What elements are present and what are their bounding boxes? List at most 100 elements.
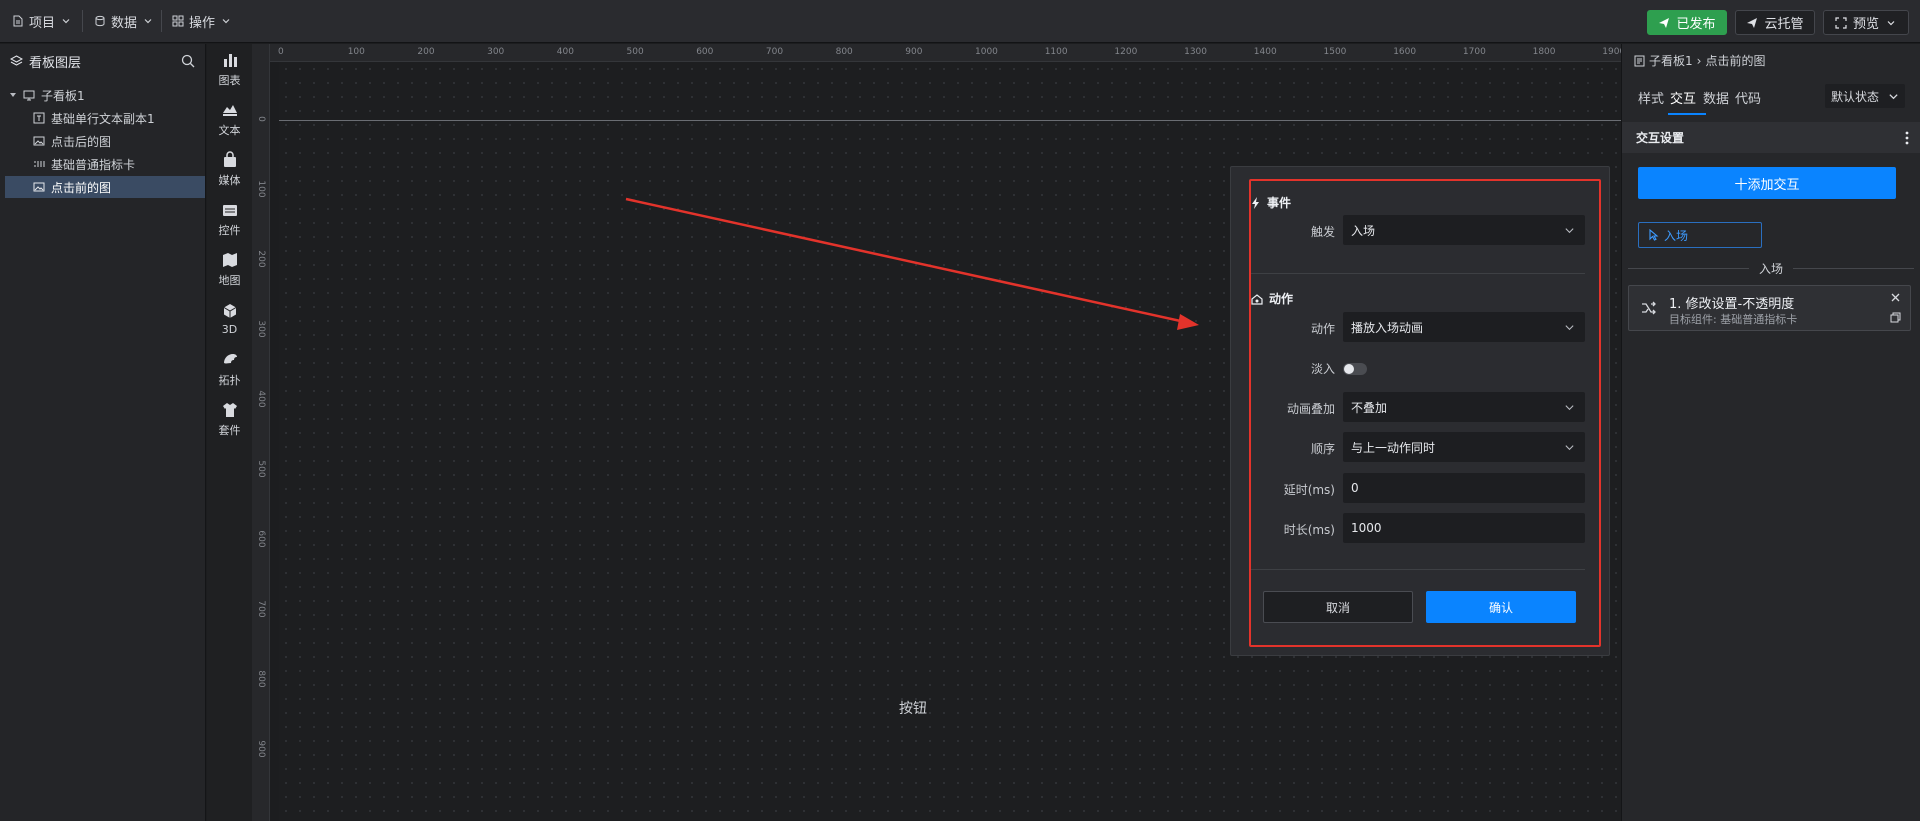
breadcrumb-parent[interactable]: 子看板1 — [1649, 52, 1693, 69]
state-select[interactable]: 默认状态 — [1825, 84, 1905, 108]
ruler-tick-label: 100 — [347, 47, 365, 57]
menu-operation-label: 操作 — [189, 15, 216, 31]
tab-style[interactable]: 样式 — [1638, 88, 1664, 107]
component-3d[interactable]: 3D — [207, 294, 252, 344]
file-icon — [13, 15, 23, 27]
close-icon[interactable] — [1891, 293, 1900, 302]
text-icon — [33, 112, 45, 124]
copy-icon[interactable] — [1890, 312, 1901, 323]
caret-down-icon[interactable] — [9, 91, 17, 99]
preview-button[interactable]: 预览 — [1823, 10, 1909, 35]
action-section-header: 动作 — [1251, 290, 1293, 307]
topology-icon — [223, 353, 237, 363]
component-map[interactable]: 地图 — [207, 244, 252, 294]
flow-icon — [1642, 301, 1656, 315]
fade-label: 淡入 — [1310, 362, 1335, 376]
cancel-button[interactable]: 取消 — [1263, 591, 1413, 623]
top-bar: 项目 数据 操作 已发布 云托管 预览 — [0, 0, 1920, 43]
tree-root-label: 子看板1 — [41, 88, 85, 103]
canvas-button-element[interactable]: 按钮 — [899, 698, 927, 718]
ruler-tick-label: 100 — [256, 180, 266, 198]
divider — [1251, 273, 1585, 274]
ruler-tick-label: 300 — [487, 47, 505, 57]
delay-input[interactable]: 0 — [1343, 473, 1585, 503]
duration-input[interactable]: 1000 — [1343, 513, 1585, 543]
metric-icon — [34, 161, 45, 167]
event-section-header: 事件 — [1251, 194, 1291, 211]
search-icon[interactable] — [181, 54, 195, 68]
tree-item[interactable]: 基础单行文本副本1 — [5, 107, 205, 129]
properties-panel: 子看板1 › 点击前的图 样式 交互 数据 代码 默认状态 交互设置 十添加交互… — [1621, 44, 1920, 821]
chevron-down-icon — [62, 19, 70, 24]
more-vertical-icon[interactable] — [1905, 131, 1909, 145]
canvas-guide-line — [279, 120, 1621, 121]
duration-label: 时长(ms) — [1283, 523, 1335, 537]
component-kit-label: 套件 — [218, 423, 241, 437]
action-card-title: 1. 修改设置-不透明度 — [1669, 297, 1795, 312]
confirm-button[interactable]: 确认 — [1426, 591, 1576, 623]
fade-toggle[interactable] — [1343, 363, 1367, 375]
ruler-tick-label: 900 — [905, 47, 923, 57]
tab-interaction[interactable]: 交互 — [1670, 88, 1696, 107]
menu-data-label: 数据 — [111, 15, 138, 31]
tab-data[interactable]: 数据 — [1703, 88, 1729, 107]
interaction-settings-title: 交互设置 — [1636, 131, 1685, 145]
overlay-select[interactable]: 不叠加 — [1343, 392, 1585, 422]
ruler-tick-label: 1200 — [1114, 47, 1138, 57]
component-kit[interactable]: 套件 — [207, 394, 252, 444]
component-media[interactable]: 媒体 — [207, 144, 252, 194]
send-icon — [1659, 17, 1670, 28]
interaction-dialog: 事件 触发 入场 动作 动作 播放入场动画 淡入 动画叠加 不叠加 顺序 与上一… — [1230, 166, 1610, 656]
breadcrumb: 子看板1 › 点击前的图 — [1634, 52, 1765, 69]
cloud-hosting-button[interactable]: 云托管 — [1735, 10, 1815, 35]
component-toolbar: 图表 文本 媒体 控件 地图 3D 拓扑 套件 — [207, 44, 252, 821]
menu-operation[interactable]: 操作 — [166, 8, 238, 34]
ruler-tick-label: 500 — [256, 460, 266, 478]
interaction-settings-header: 交互设置 — [1622, 122, 1920, 153]
image-icon — [33, 182, 45, 192]
ruler-tick-label: 700 — [765, 47, 784, 57]
chevron-down-icon — [144, 19, 152, 24]
component-topology[interactable]: 拓扑 — [207, 344, 252, 394]
database-icon — [95, 15, 105, 27]
component-text[interactable]: 文本 — [207, 94, 252, 144]
ruler-tick-label: 0 — [278, 47, 284, 57]
ruler-tick-label: 800 — [835, 47, 853, 57]
component-chart[interactable]: 图表 — [207, 44, 252, 94]
tree-item[interactable]: 点击后的图 — [5, 130, 205, 152]
cloud-hosting-label: 云托管 — [1764, 17, 1804, 32]
ruler-tick-label: 1100 — [1044, 47, 1068, 57]
component-control[interactable]: 控件 — [207, 194, 252, 244]
published-button[interactable]: 已发布 — [1647, 10, 1727, 35]
tree-item-selected[interactable]: 点击前的图 — [5, 176, 205, 198]
chevron-down-icon — [1887, 20, 1895, 25]
tree-item-label: 基础普通指标卡 — [51, 157, 136, 172]
lightning-icon — [1252, 196, 1259, 209]
action-card-subtitle: 目标组件: 基础普通指标卡 — [1669, 313, 1798, 326]
trigger-value: 入场 — [1351, 223, 1376, 238]
cube-icon — [223, 304, 236, 318]
published-label: 已发布 — [1676, 17, 1716, 32]
tree-root[interactable]: 子看板1 — [5, 84, 205, 106]
tree-item-label: 基础单行文本副本1 — [51, 111, 155, 126]
tab-code[interactable]: 代码 — [1735, 88, 1761, 107]
tree-item[interactable]: 基础普通指标卡 — [5, 153, 205, 175]
chevron-down-icon — [1565, 227, 1574, 233]
order-select[interactable]: 与上一动作同时 — [1343, 432, 1585, 462]
active-tab-indicator — [1668, 113, 1706, 115]
trigger-select[interactable]: 入场 — [1343, 215, 1585, 245]
bar-chart-icon — [223, 53, 237, 67]
ruler-tick-label: 600 — [256, 530, 266, 548]
menu-project[interactable]: 项目 — [6, 8, 78, 34]
ruler-tick-label: 500 — [626, 47, 644, 57]
event-tag[interactable]: 入场 — [1638, 222, 1762, 248]
menu-data[interactable]: 数据 — [88, 8, 160, 34]
ruler-tick-label: 1700 — [1462, 47, 1486, 57]
action-card[interactable]: 1. 修改设置-不透明度 目标组件: 基础普通指标卡 — [1628, 285, 1911, 331]
ruler-tick-label: 900 — [256, 740, 266, 758]
add-interaction-button[interactable]: 十添加交互 — [1638, 167, 1896, 199]
chevron-down-icon — [222, 19, 230, 24]
action-select[interactable]: 播放入场动画 — [1343, 312, 1585, 342]
divider — [1251, 569, 1585, 570]
chevron-down-icon — [1565, 324, 1574, 330]
